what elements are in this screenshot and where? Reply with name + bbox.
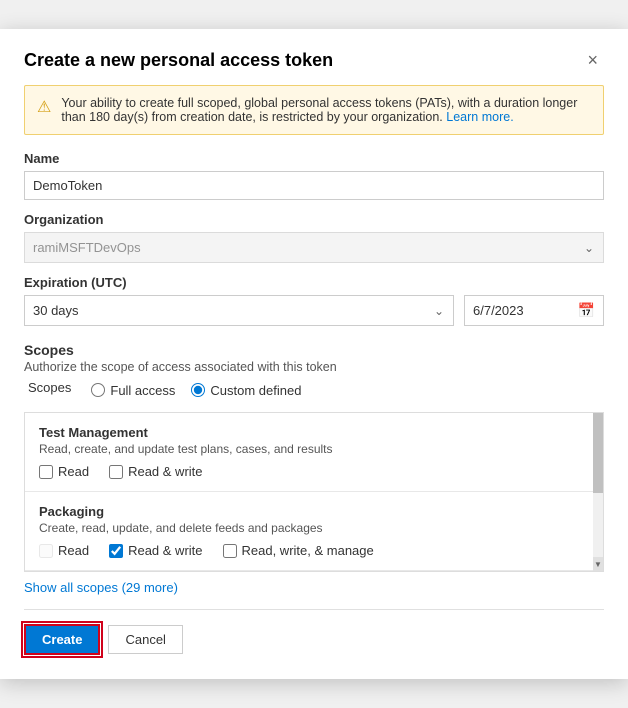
- organization-select-wrapper: ramiMSFTDevOps ⌄: [24, 232, 604, 263]
- test-read-option[interactable]: Read: [39, 464, 89, 479]
- name-input[interactable]: [24, 171, 604, 200]
- warning-text: Your ability to create full scoped, glob…: [61, 96, 591, 124]
- test-readwrite-checkbox[interactable]: [109, 465, 123, 479]
- scopes-radio-row: Scopes Full access Custom defined: [28, 380, 604, 400]
- test-readwrite-option[interactable]: Read & write: [109, 464, 202, 479]
- expiration-days-wrapper: 30 days 60 days 90 days 180 days Custom …: [24, 295, 454, 326]
- expiration-field-container: Expiration (UTC) 30 days 60 days 90 days…: [24, 275, 604, 326]
- organization-label: Organization: [24, 212, 604, 227]
- packaging-name: Packaging: [39, 504, 589, 519]
- expiration-row: 30 days 60 days 90 days 180 days Custom …: [24, 295, 604, 326]
- expiration-date-input[interactable]: [473, 303, 578, 318]
- packaging-manage-option[interactable]: Read, write, & manage: [223, 543, 374, 558]
- footer-buttons: Create Cancel: [24, 624, 604, 655]
- custom-defined-radio[interactable]: [191, 383, 205, 397]
- show-scopes-count: (29 more): [122, 580, 178, 595]
- custom-defined-option[interactable]: Custom defined: [191, 383, 301, 398]
- custom-defined-label: Custom defined: [210, 383, 301, 398]
- packaging-read-option[interactable]: Read: [39, 543, 89, 558]
- organization-field-container: Organization ramiMSFTDevOps ⌄: [24, 212, 604, 263]
- scopes-title: Scopes: [24, 342, 604, 358]
- dialog-title: Create a new personal access token: [24, 50, 333, 71]
- create-token-dialog: Create a new personal access token × ⚠ Y…: [0, 29, 628, 679]
- expiration-label: Expiration (UTC): [24, 275, 604, 290]
- full-access-radio[interactable]: [91, 383, 105, 397]
- create-button[interactable]: Create: [24, 624, 100, 655]
- show-scopes-button[interactable]: Show all scopes (29 more): [24, 580, 178, 595]
- cancel-button[interactable]: Cancel: [108, 625, 182, 654]
- packaging-readwrite-label: Read & write: [128, 543, 202, 558]
- scopes-label: Scopes: [28, 380, 71, 395]
- name-label: Name: [24, 151, 604, 166]
- packaging-readwrite-option[interactable]: Read & write: [109, 543, 202, 558]
- warning-banner: ⚠ Your ability to create full scoped, gl…: [24, 85, 604, 135]
- scroll-down-arrow[interactable]: ▼: [593, 557, 603, 571]
- show-scopes-container: Show all scopes (29 more): [24, 580, 604, 595]
- scopes-list-container: Test Management Read, create, and update…: [24, 412, 604, 572]
- full-access-label: Full access: [110, 383, 175, 398]
- scope-item-test-management: Test Management Read, create, and update…: [25, 413, 603, 492]
- packaging-manage-checkbox[interactable]: [223, 544, 237, 558]
- test-read-label: Read: [58, 464, 89, 479]
- show-scopes-label: Show all scopes: [24, 580, 118, 595]
- organization-select[interactable]: ramiMSFTDevOps: [24, 232, 604, 263]
- close-button[interactable]: ×: [581, 49, 604, 71]
- calendar-icon[interactable]: 📅: [578, 302, 595, 319]
- test-read-checkbox[interactable]: [39, 465, 53, 479]
- scope-item-packaging: Packaging Create, read, update, and dele…: [25, 492, 603, 571]
- packaging-desc: Create, read, update, and delete feeds a…: [39, 521, 589, 535]
- scopes-section: Scopes Authorize the scope of access ass…: [24, 342, 604, 400]
- scopes-description: Authorize the scope of access associated…: [24, 360, 604, 374]
- full-access-option[interactable]: Full access: [91, 383, 175, 398]
- footer-divider: [24, 609, 604, 610]
- packaging-readwrite-checkbox[interactable]: [109, 544, 123, 558]
- packaging-read-checkbox: [39, 544, 53, 558]
- test-readwrite-label: Read & write: [128, 464, 202, 479]
- date-field-wrapper: 📅: [464, 295, 604, 326]
- test-management-desc: Read, create, and update test plans, cas…: [39, 442, 589, 456]
- test-management-name: Test Management: [39, 425, 589, 440]
- packaging-read-label: Read: [58, 543, 89, 558]
- scrollbar-track: ▲ ▼: [593, 413, 603, 571]
- dialog-header: Create a new personal access token ×: [24, 49, 604, 71]
- test-management-checkboxes: Read Read & write: [39, 464, 589, 479]
- expiration-days-select[interactable]: 30 days 60 days 90 days 180 days Custom: [24, 295, 454, 326]
- name-field-container: Name: [24, 151, 604, 212]
- scrollbar-thumb[interactable]: [593, 413, 603, 493]
- packaging-manage-label: Read, write, & manage: [242, 543, 374, 558]
- packaging-checkboxes: Read Read & write Read, write, & manage: [39, 543, 589, 558]
- learn-more-link[interactable]: Learn more.: [446, 110, 513, 124]
- warning-icon: ⚠: [37, 97, 51, 124]
